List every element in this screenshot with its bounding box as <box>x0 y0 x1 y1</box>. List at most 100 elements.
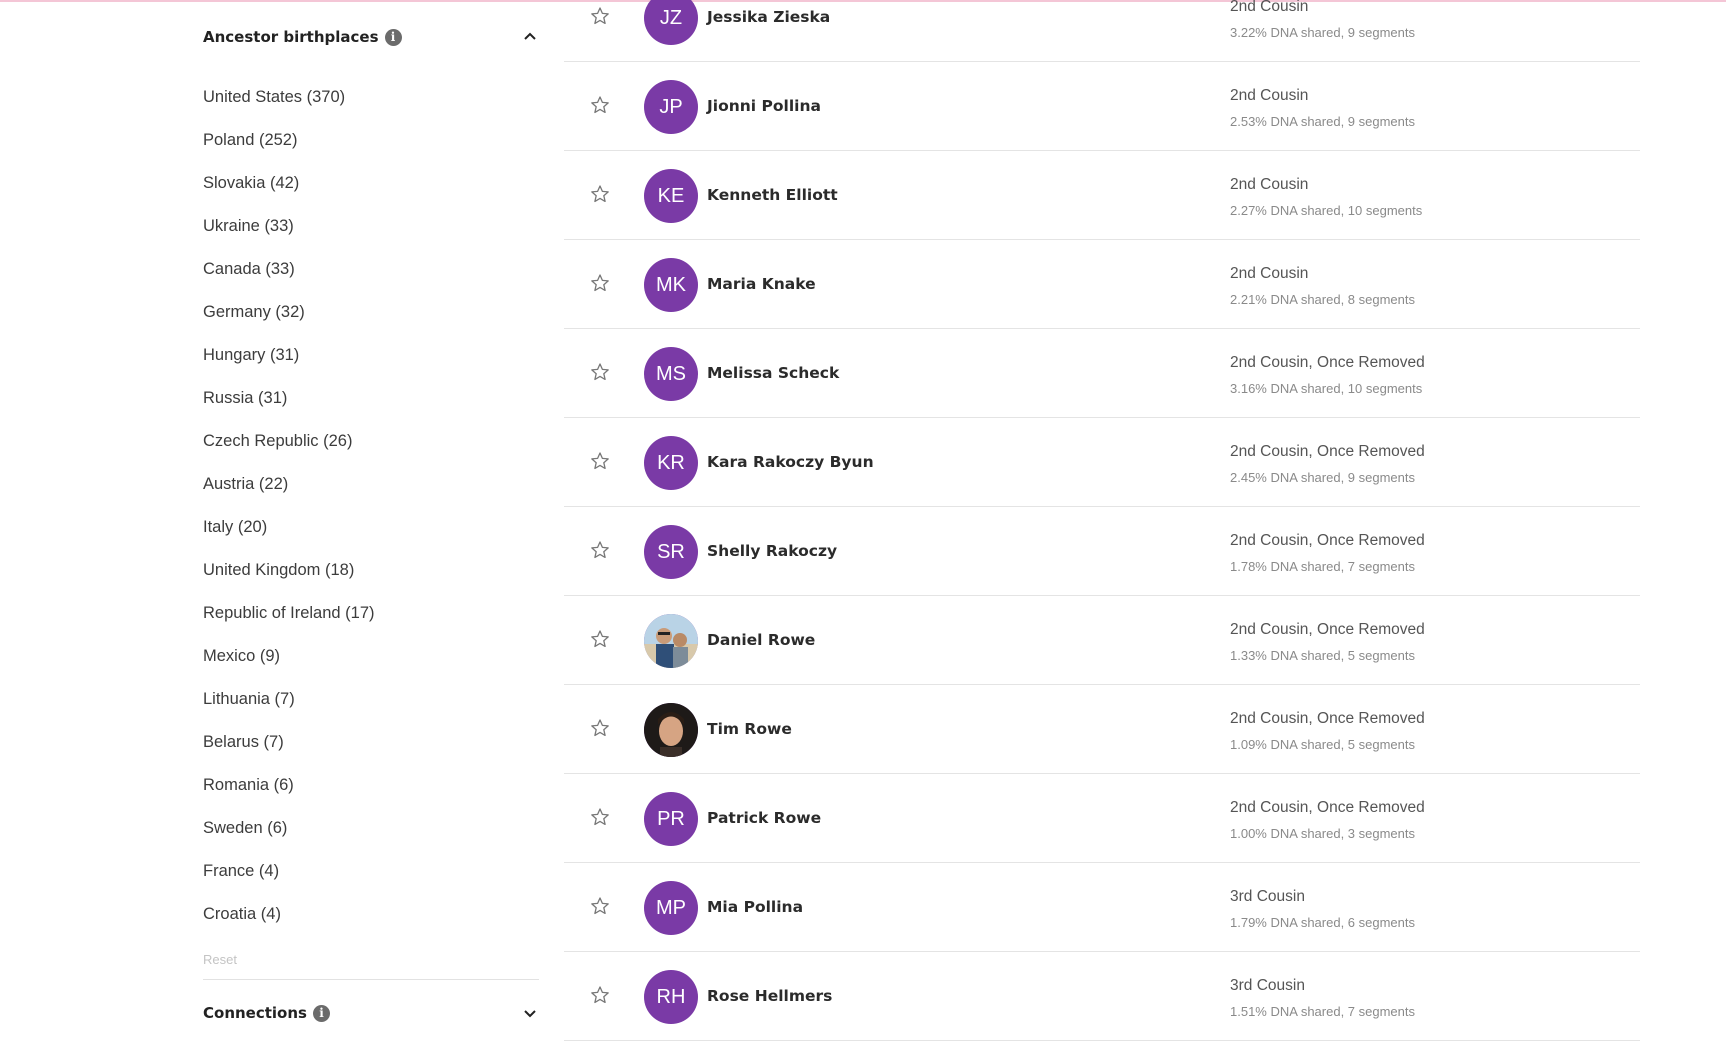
birthplace-filter-item[interactable]: Canada (33) <box>203 250 539 293</box>
avatar[interactable]: KR <box>644 436 698 490</box>
birthplace-filter-item[interactable]: Croatia (4) <box>203 895 539 938</box>
dna-shared-info: 3.16% DNA shared, 10 segments <box>1230 381 1423 396</box>
match-row[interactable]: SR Shelly Rakoczy 2nd Cousin, Once Removed… <box>564 507 1640 596</box>
match-name[interactable]: Kara Rakoczy Byun <box>707 453 874 471</box>
dna-shared-info: 1.78% DNA shared, 7 segments <box>1230 559 1415 574</box>
relationship-label: 2nd Cousin <box>1230 0 1309 15</box>
birthplace-list: United States (370) Poland (252) Slovakia … <box>203 78 539 938</box>
birthplace-filter-item[interactable]: Ukraine (33) <box>203 207 539 250</box>
match-row[interactable]: PR Patrick Rowe 2nd Cousin, Once Removed 1.… <box>564 774 1640 863</box>
connections-header[interactable]: Connections i <box>203 998 539 1028</box>
birthplace-filter-item[interactable]: Germany (32) <box>203 293 539 336</box>
birthplace-filter-item[interactable]: Poland (252) <box>203 121 539 164</box>
avatar[interactable]: MP <box>644 881 698 935</box>
avatar[interactable]: PR <box>644 792 698 846</box>
info-icon[interactable]: i <box>312 1004 330 1022</box>
birthplace-filter-item[interactable]: Belarus (7) <box>203 723 539 766</box>
avatar[interactable]: KE <box>644 169 698 223</box>
sidebar-divider <box>203 979 539 980</box>
birthplace-filter-item[interactable]: Sweden (6) <box>203 809 539 852</box>
star-icon[interactable] <box>590 362 610 382</box>
relationship-label: 2nd Cousin, Once Removed <box>1230 354 1425 371</box>
birthplace-filter-item[interactable]: Hungary (31) <box>203 336 539 379</box>
birthplace-filter-item[interactable]: Czech Republic (26) <box>203 422 539 465</box>
match-row[interactable]: KR Kara Rakoczy Byun 2nd Cousin, Once Remo… <box>564 418 1640 507</box>
match-name[interactable]: Rose Hellmers <box>707 987 832 1005</box>
match-row[interactable]: MS Melissa Scheck 2nd Cousin, Once Removed… <box>564 329 1640 418</box>
dna-shared-info: 2.27% DNA shared, 10 segments <box>1230 203 1423 218</box>
dna-shared-info: 1.79% DNA shared, 6 segments <box>1230 915 1415 930</box>
match-name[interactable]: Patrick Rowe <box>707 809 821 827</box>
avatar[interactable]: JP <box>644 80 698 134</box>
star-icon[interactable] <box>590 451 610 471</box>
match-row[interactable]: RH Rose Hellmers 3rd Cousin 1.51% DNA share… <box>564 952 1640 1041</box>
avatar[interactable]: JZ <box>644 0 698 45</box>
avatar-photo[interactable] <box>644 703 698 757</box>
star-icon[interactable] <box>590 985 610 1005</box>
birthplace-filter-item[interactable]: Mexico (9) <box>203 637 539 680</box>
star-icon[interactable] <box>590 807 610 827</box>
relationship-label: 3rd Cousin <box>1230 977 1305 994</box>
dna-shared-info: 1.00% DNA shared, 3 segments <box>1230 826 1415 841</box>
avatar[interactable]: RH <box>644 970 698 1024</box>
match-row[interactable]: JP Jionni Pollina 2nd Cousin 2.53% DNA shar… <box>564 62 1640 151</box>
match-name[interactable]: Daniel Rowe <box>707 631 815 649</box>
relationship-label: 2nd Cousin, Once Removed <box>1230 443 1425 460</box>
match-row[interactable]: Daniel Rowe 2nd Cousin, Once Removed 1.33%… <box>564 596 1640 685</box>
relationship-label: 2nd Cousin, Once Removed <box>1230 799 1425 816</box>
avatar[interactable]: MS <box>644 347 698 401</box>
birthplace-filter-item[interactable]: France (4) <box>203 852 539 895</box>
star-icon[interactable] <box>590 718 610 738</box>
star-icon[interactable] <box>590 273 610 293</box>
relationship-label: 2nd Cousin, Once Removed <box>1230 532 1425 549</box>
match-name[interactable]: Tim Rowe <box>707 720 792 738</box>
dna-shared-info: 1.33% DNA shared, 5 segments <box>1230 648 1415 663</box>
birthplace-filter-item[interactable]: Lithuania (7) <box>203 680 539 723</box>
relationship-label: 2nd Cousin <box>1230 176 1309 193</box>
relationship-label: 2nd Cousin, Once Removed <box>1230 710 1425 727</box>
avatar-photo[interactable] <box>644 614 698 668</box>
chevron-down-icon[interactable] <box>521 1004 539 1022</box>
match-row[interactable]: Tim Rowe 2nd Cousin, Once Removed 1.09% DN… <box>564 685 1640 774</box>
avatar[interactable]: MK <box>644 258 698 312</box>
star-icon[interactable] <box>590 184 610 204</box>
chevron-up-icon[interactable] <box>521 28 539 46</box>
birthplace-filter-item[interactable]: United States (370) <box>203 78 539 121</box>
match-name[interactable]: Melissa Scheck <box>707 364 839 382</box>
star-icon[interactable] <box>590 629 610 649</box>
birthplace-filter-item[interactable]: Romania (6) <box>203 766 539 809</box>
birthplace-filter-item[interactable]: Slovakia (42) <box>203 164 539 207</box>
star-icon[interactable] <box>590 896 610 916</box>
dna-shared-info: 1.09% DNA shared, 5 segments <box>1230 737 1415 752</box>
birthplace-filter-item[interactable]: Italy (20) <box>203 508 539 551</box>
connections-title: Connections <box>203 1004 307 1022</box>
relationship-label: 2nd Cousin <box>1230 87 1309 104</box>
star-icon[interactable] <box>590 95 610 115</box>
info-icon[interactable]: i <box>384 28 402 46</box>
match-row[interactable]: JZ Jessika Zieska 2nd Cousin 3.22% DNA shar… <box>564 0 1640 62</box>
dna-shared-info: 2.21% DNA shared, 8 segments <box>1230 292 1415 307</box>
birthplace-filter-item[interactable]: Austria (22) <box>203 465 539 508</box>
star-icon[interactable] <box>590 6 610 26</box>
ancestor-birthplaces-header[interactable]: Ancestor birthplaces i <box>203 22 539 52</box>
birthplace-filter-item[interactable]: Republic of Ireland (17) <box>203 594 539 637</box>
filter-sidebar: Ancestor birthplaces i United States (37… <box>203 0 539 1030</box>
match-row[interactable]: MP Mia Pollina 3rd Cousin 1.79% DNA shared,… <box>564 863 1640 952</box>
relationship-label: 3rd Cousin <box>1230 888 1305 905</box>
match-name[interactable]: Jionni Pollina <box>707 97 821 115</box>
match-name[interactable]: Mia Pollina <box>707 898 803 916</box>
relationship-label: 2nd Cousin <box>1230 265 1309 282</box>
match-name[interactable]: Jessika Zieska <box>707 8 830 26</box>
match-row[interactable]: MK Maria Knake 2nd Cousin 2.21% DNA shared,… <box>564 240 1640 329</box>
star-icon[interactable] <box>590 540 610 560</box>
reset-link[interactable]: Reset <box>203 952 237 967</box>
match-name[interactable]: Kenneth Elliott <box>707 186 838 204</box>
match-row[interactable]: KE Kenneth Elliott 2nd Cousin 2.27% DNA sha… <box>564 151 1640 240</box>
avatar[interactable]: SR <box>644 525 698 579</box>
birthplace-filter-item[interactable]: Russia (31) <box>203 379 539 422</box>
match-name[interactable]: Shelly Rakoczy <box>707 542 837 560</box>
dna-shared-info: 2.53% DNA shared, 9 segments <box>1230 114 1415 129</box>
match-name[interactable]: Maria Knake <box>707 275 816 293</box>
dna-shared-info: 2.45% DNA shared, 9 segments <box>1230 470 1415 485</box>
birthplace-filter-item[interactable]: United Kingdom (18) <box>203 551 539 594</box>
